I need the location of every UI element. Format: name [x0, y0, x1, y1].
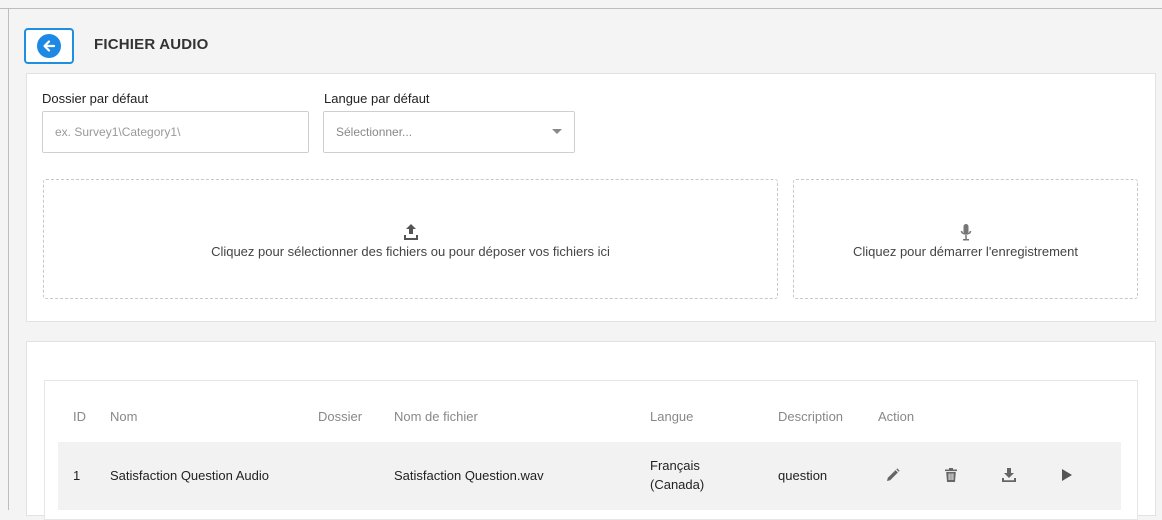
column-header-filename: Nom de fichier [394, 409, 478, 424]
default-folder-placeholder: ex. Survey1\Category1\ [55, 125, 181, 139]
row-filename: Satisfaction Question.wav [394, 468, 544, 483]
file-dropzone-text: Cliquez pour sélectionner des fichiers o… [211, 244, 610, 259]
row-description: question [778, 468, 828, 483]
play-icon [1062, 469, 1072, 481]
column-header-description: Description [778, 409, 844, 424]
download-button[interactable] [998, 464, 1020, 486]
record-dropzone[interactable]: Cliquez pour démarrer l'enregistrement [793, 179, 1138, 299]
column-header-folder: Dossier [318, 409, 363, 424]
delete-button[interactable] [940, 464, 962, 486]
row-language-line2: (Canada) [650, 477, 705, 492]
row-language-line1: Français [650, 458, 700, 473]
trash-icon [945, 468, 957, 482]
arrow-left-icon [37, 34, 61, 58]
back-button[interactable] [24, 28, 74, 64]
window-frame-top [0, 8, 1162, 9]
default-language-select[interactable]: Sélectionner... [323, 111, 575, 153]
row-id: 1 [73, 468, 81, 483]
column-header-action: Action [878, 409, 915, 424]
edit-button[interactable] [882, 464, 904, 486]
chevron-down-icon [552, 129, 562, 134]
column-header-name: Nom [110, 409, 138, 424]
column-header-language: Langue [650, 409, 694, 424]
window-frame-left [8, 8, 9, 510]
file-dropzone[interactable]: Cliquez pour sélectionner des fichiers o… [43, 179, 778, 299]
microphone-icon [960, 219, 972, 241]
default-folder-label: Dossier par défaut [42, 91, 149, 106]
upload-icon [403, 219, 419, 241]
play-button[interactable] [1056, 464, 1078, 486]
record-dropzone-text: Cliquez pour démarrer l'enregistrement [852, 244, 1079, 259]
column-header-id: ID [73, 409, 86, 424]
pencil-icon [887, 468, 900, 481]
page-title: FICHIER AUDIO [94, 36, 209, 53]
default-folder-input[interactable]: ex. Survey1\Category1\ [42, 111, 309, 153]
default-language-value: Sélectionner... [336, 125, 413, 139]
download-icon [1002, 468, 1016, 482]
default-language-label: Langue par défaut [324, 91, 430, 106]
row-name: Satisfaction Question Audio [110, 468, 269, 483]
